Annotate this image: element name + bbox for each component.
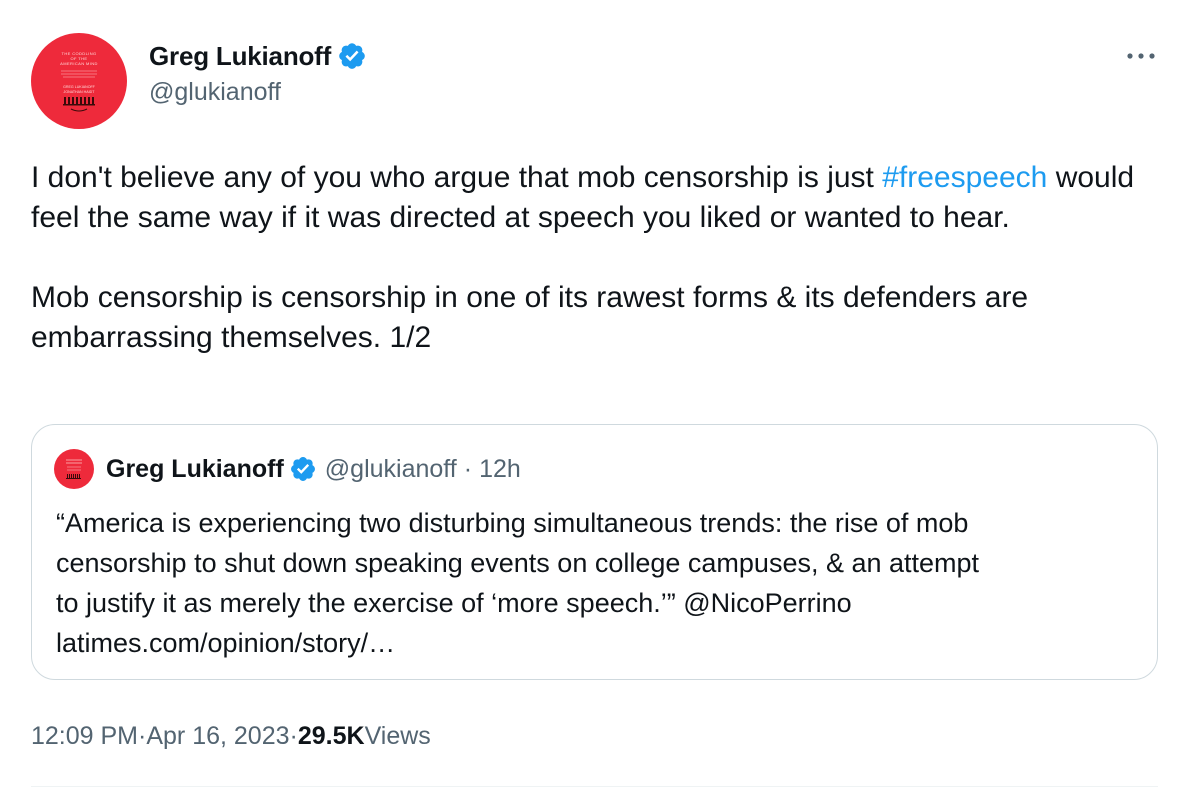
quoted-tweet-text: “America is experiencing two disturbing … [56,503,1136,663]
avatar-text-5: JONATHAN HAIDT [64,90,96,94]
tweet-time[interactable]: 12:09 PM [31,722,138,751]
book-cover-image: THE CODDLING OF THE AMERICAN MIND GREG L… [60,51,98,112]
tweet-paragraph-1: I don't believe any of you who argue tha… [31,158,1151,238]
hashtag-link[interactable]: #freespeech [882,161,1047,194]
quoted-author-avatar[interactable] [54,449,94,489]
verified-badge-icon [289,455,317,483]
author-info: Greg Lukianoff @glukianoff [149,38,367,107]
quoted-tweet-time[interactable]: 12h [479,455,521,484]
views-count[interactable]: 29.5K [298,722,365,751]
tweet-date[interactable]: Apr 16, 2023 [146,722,289,751]
quoted-author-handle[interactable]: @glukianoff [325,455,457,484]
tweet-metadata: 12:09 PM · Apr 16, 2023 · 29.5K Views [31,716,431,756]
avatar-text-4: GREG LUKIANOFF [63,85,96,89]
divider [31,786,1158,787]
name-row: Greg Lukianoff [149,38,367,74]
quoted-text-line: “America is experiencing two disturbing … [56,508,969,538]
author-display-name[interactable]: Greg Lukianoff [149,41,331,72]
quoted-tweet-card[interactable]: Greg Lukianoff @glukianoff · 12h “Americ… [31,424,1158,680]
avatar-text-3: AMERICAN MIND [60,61,98,66]
tweet: THE CODDLING OF THE AMERICAN MIND GREG L… [0,0,1194,800]
author-avatar[interactable]: THE CODDLING OF THE AMERICAN MIND GREG L… [31,33,127,129]
views-label: Views [364,721,431,750]
tweet-text: I don't believe any of you who argue tha… [31,158,1151,358]
tweet-paragraph-2: Mob censorship is censorship in one of i… [31,281,1029,354]
meta-separator: · [463,454,473,483]
author-handle[interactable]: @glukianoff [149,78,367,107]
book-cover-image [66,459,82,479]
quoted-author-display-name[interactable]: Greg Lukianoff [106,455,284,484]
meta-separator: · [138,721,147,750]
more-icon [1127,53,1155,59]
more-options-button[interactable] [1124,44,1158,68]
tweet-text-part: I don't believe any of you who argue tha… [31,161,883,194]
quoted-tweet-header: Greg Lukianoff @glukianoff · 12h [54,449,521,489]
meta-separator: · [289,721,298,750]
verified-badge-icon[interactable] [337,41,367,71]
quoted-text-line: to justify it as merely the exercise of … [56,588,852,618]
quoted-link[interactable]: latimes.com/opinion/story/… [56,623,1136,663]
quoted-text-line: censorship to shut down speaking events … [56,548,980,578]
